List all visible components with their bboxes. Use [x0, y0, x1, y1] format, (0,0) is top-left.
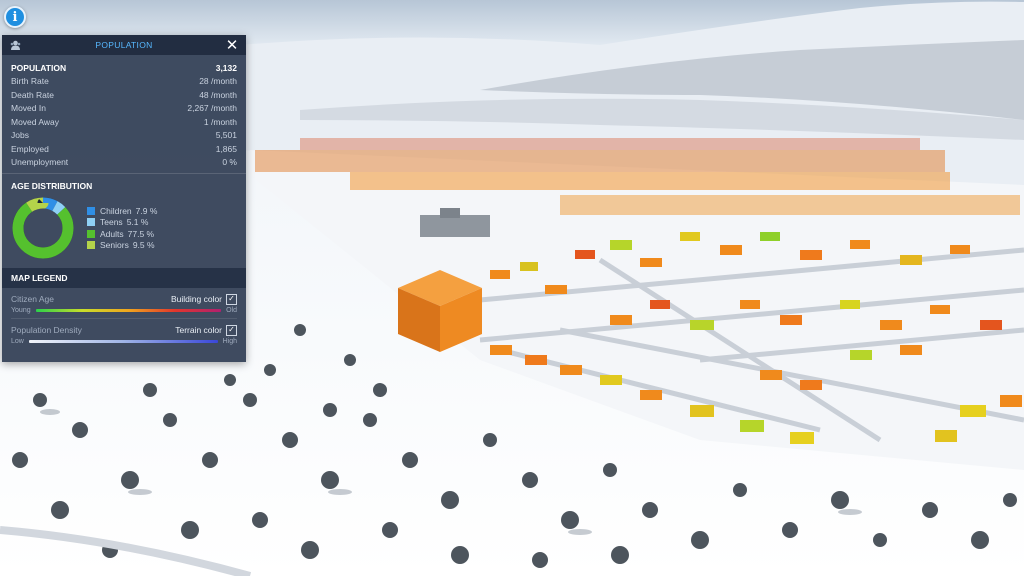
terrain-color-checkbox[interactable]: ✓ — [226, 324, 237, 336]
stat-value: 0 % — [222, 157, 237, 168]
population-panel: POPULATION ✕ POPULATION 3,132 Birth Rate… — [2, 35, 246, 362]
stat-label: Birth Rate — [11, 76, 49, 87]
age-legend: Children 7.9 % Teens 5.1 % Adults 77.5 %… — [87, 205, 157, 251]
info-button[interactable]: i — [4, 6, 26, 28]
stat-value: 5,501 — [215, 130, 237, 141]
building-color-label: Building color — [170, 294, 222, 304]
age-legend-item-teens: Teens 5.1 % — [87, 217, 157, 229]
stat-row-population: POPULATION 3,132 — [11, 61, 237, 75]
low-label: Low — [11, 338, 24, 345]
terrain-color-label: Terrain color — [175, 325, 222, 335]
population-density-label: Population Density — [11, 325, 82, 335]
population-icon — [10, 40, 21, 50]
building-color-checkbox[interactable]: ✓ — [226, 293, 237, 305]
check-icon: ✓ — [228, 325, 235, 334]
age-distribution-title: AGE DISTRIBUTION — [11, 181, 93, 191]
map-legend-title: MAP LEGEND — [2, 268, 246, 288]
close-icon: ✕ — [225, 36, 239, 54]
stat-value: 48 /month — [199, 89, 237, 100]
age-legend-item-adults: Adults 77.5 % — [87, 228, 157, 240]
legend-label: Adults — [100, 228, 124, 239]
legend-swatch — [87, 229, 95, 238]
young-label: Young — [11, 307, 31, 314]
high-label: High — [222, 338, 237, 345]
stat-row-jobs: Jobs 5,501 — [11, 129, 237, 143]
stat-row-death-rate: Death Rate 48 /month — [11, 88, 237, 102]
old-label: Old — [226, 307, 237, 314]
population-density-legend: Population Density Terrain color ✓ Low H… — [2, 319, 246, 349]
population-density-gradient — [28, 340, 218, 343]
stat-value: 3,132 — [215, 62, 237, 73]
age-donut-chart — [12, 197, 74, 259]
legend-swatch — [87, 241, 95, 250]
age-distribution: Children 7.9 % Teens 5.1 % Adults 77.5 %… — [2, 194, 246, 266]
stat-value: 1,865 — [215, 143, 237, 154]
legend-value: 9.5 % — [132, 240, 155, 251]
legend-swatch — [87, 206, 95, 215]
citizen-age-legend: Citizen Age Building color ✓ Young Old — [2, 288, 246, 318]
legend-swatch — [87, 218, 95, 227]
stat-label: POPULATION — [11, 62, 67, 73]
close-button[interactable]: ✕ — [224, 37, 240, 53]
legend-value: 7.9 % — [135, 205, 158, 216]
panel-header: POPULATION ✕ — [2, 35, 246, 55]
citizen-age-gradient — [35, 309, 222, 312]
legend-value: 5.1 % — [126, 217, 149, 228]
legend-value: 77.5 % — [127, 228, 155, 239]
legend-label: Children — [100, 205, 132, 216]
stat-row-birth-rate: Birth Rate 28 /month — [11, 75, 237, 89]
stat-label: Unemployment — [11, 157, 69, 168]
stat-label: Moved In — [11, 103, 46, 114]
stat-row-moved-in: Moved In 2,267 /month — [11, 102, 237, 116]
stat-label: Moved Away — [11, 116, 60, 127]
info-icon: i — [12, 9, 18, 25]
stat-label: Jobs — [11, 130, 29, 141]
stat-value: 2,267 /month — [187, 103, 237, 114]
age-legend-item-seniors: Seniors 9.5 % — [87, 240, 157, 252]
stat-row-employed: Employed 1,865 — [11, 142, 237, 156]
legend-label: Seniors — [100, 240, 129, 251]
check-icon: ✓ — [228, 294, 235, 303]
stat-row-unemployment: Unemployment 0 % — [11, 156, 237, 170]
stat-row-moved-away: Moved Away 1 /month — [11, 115, 237, 129]
stat-value: 1 /month — [203, 116, 237, 127]
stat-label: Death Rate — [11, 89, 54, 100]
citizen-age-label: Citizen Age — [11, 294, 54, 304]
age-legend-item-children: Children 7.9 % — [87, 205, 157, 217]
legend-label: Teens — [100, 217, 123, 228]
stat-label: Employed — [11, 143, 49, 154]
stat-value: 28 /month — [199, 76, 237, 87]
panel-title: POPULATION — [95, 40, 153, 50]
population-stats: POPULATION 3,132 Birth Rate 28 /month De… — [2, 55, 246, 173]
